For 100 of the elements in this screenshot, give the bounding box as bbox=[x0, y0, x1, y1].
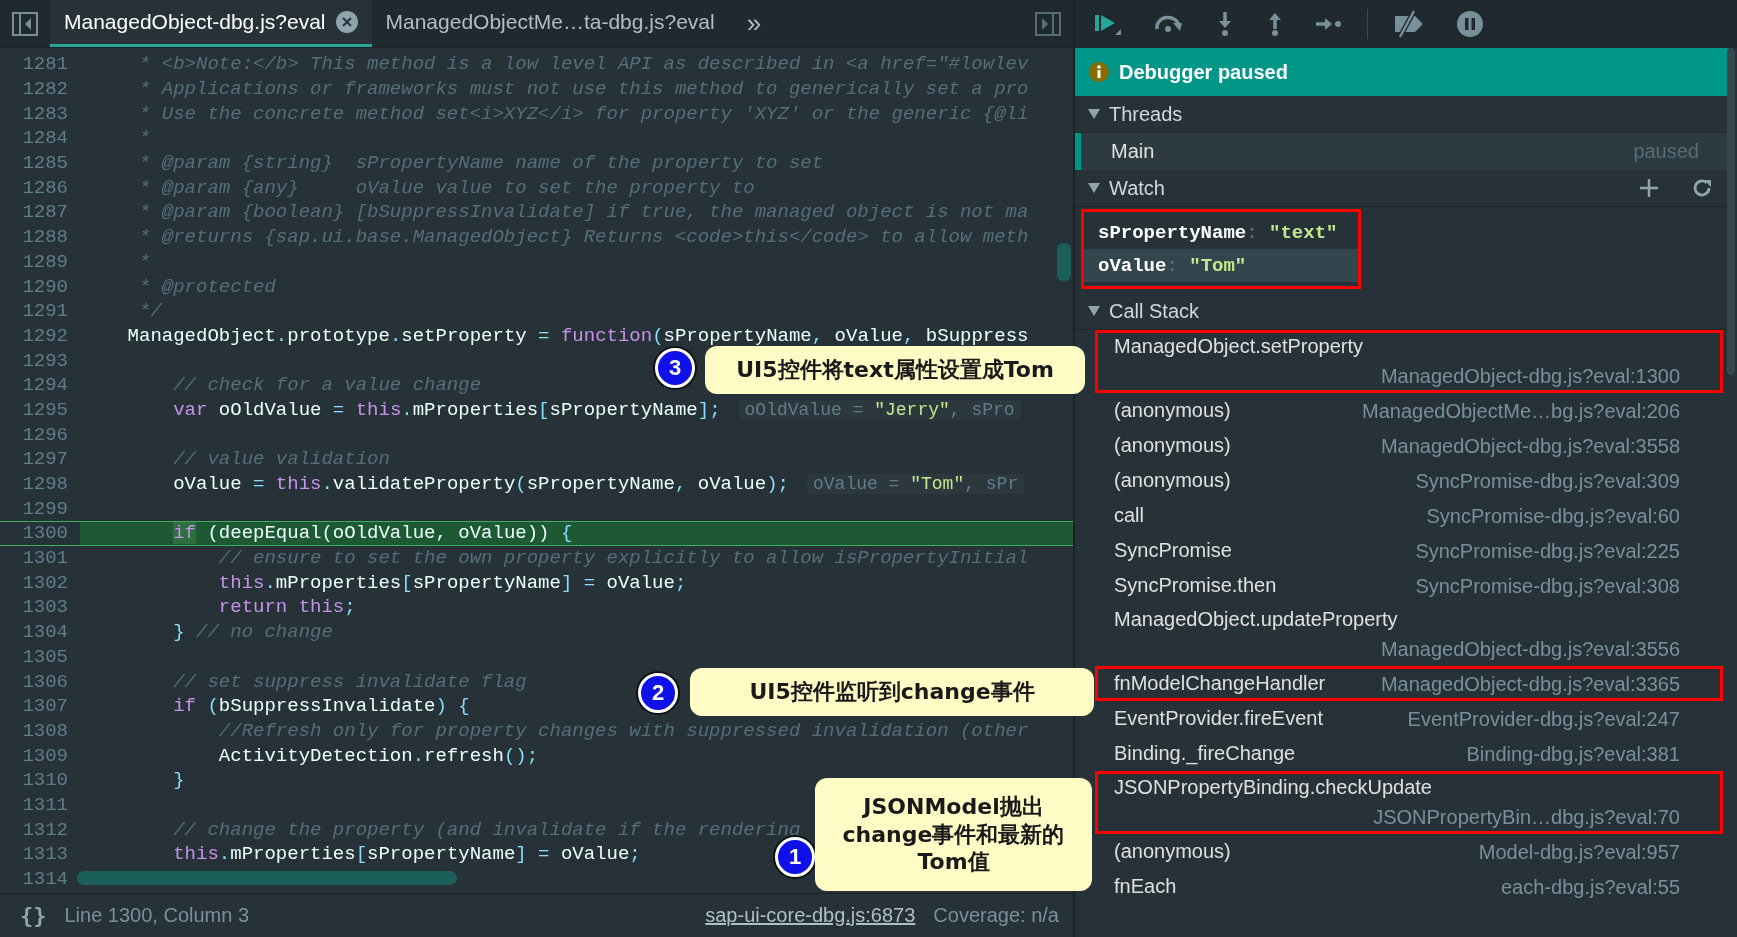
frame-location: SyncPromise-dbg.js?eval:308 bbox=[1415, 575, 1680, 598]
code-line: // ensure to set the own property explicitly to allow isPropertyInitial bbox=[217, 547, 1029, 570]
frame-location: Model-dbg.js?eval:957 bbox=[1478, 841, 1680, 864]
watch-expression[interactable]: sPropertyName: "text" bbox=[1084, 216, 1358, 249]
pause-icon bbox=[1456, 10, 1484, 38]
pretty-print-button[interactable]: {} bbox=[20, 903, 47, 928]
code-line: * bbox=[138, 250, 151, 273]
watch-expression[interactable]: oValue: "Tom" bbox=[1084, 249, 1358, 282]
code-line: * bbox=[138, 127, 151, 150]
line-number: 1300 bbox=[0, 522, 80, 545]
function-name: (anonymous) bbox=[1114, 469, 1231, 492]
function-name: fnEach bbox=[1114, 875, 1177, 898]
frame-location: each-dbg.js?eval:55 bbox=[1501, 876, 1680, 899]
annotation-callout: UI5控件监听到change事件 bbox=[690, 668, 1094, 716]
function-name: ManagedObject.updateProperty bbox=[1114, 608, 1399, 631]
vertical-scrollbar[interactable] bbox=[1057, 243, 1071, 281]
cursor-position: Line 1300, Column 3 bbox=[64, 904, 250, 927]
code-line: oValue = this.validateProperty(sPropertyName, oValue); bbox=[172, 473, 789, 496]
code-line: var oOldValue = this.mProperties[sPropertyName]; bbox=[172, 398, 721, 421]
code-line: // value validation bbox=[172, 448, 390, 471]
function-name: SyncPromise.then bbox=[1114, 574, 1277, 597]
file-tab[interactable]: ManagedObject-dbg.js?eval bbox=[50, 0, 372, 47]
call-frame[interactable]: ManagedObject.setProperty ManagedObject-dbg.js?eval:1300 bbox=[1095, 330, 1723, 393]
function-name: (anonymous) bbox=[1114, 434, 1231, 457]
step-number: 1 bbox=[775, 837, 815, 877]
code-line: * @returns {sap.ui.base.ManagedObject} Returns <code>this</code> to allow meth bbox=[138, 226, 1029, 249]
call-frame[interactable]: EventProvider.fireEvent EventProvider-dbg.js?eval:247 bbox=[1095, 701, 1723, 736]
section-title[interactable]: Watch bbox=[1109, 176, 1165, 200]
call-frame[interactable]: SyncPromise.then SyncPromise-dbg.js?eval:308 bbox=[1095, 568, 1723, 603]
breakpoint-slash-icon bbox=[1392, 10, 1426, 38]
call-frame[interactable]: (anonymous) ManagedObjectMe…bg.js?eval:206 bbox=[1095, 393, 1723, 428]
frame-location: ManagedObjectMe…bg.js?eval:206 bbox=[1362, 400, 1680, 423]
sidebar-icon bbox=[1035, 11, 1061, 36]
inline-value: oOldValue = "Jerry", sPro bbox=[738, 399, 1021, 420]
call-frame[interactable]: ManagedObject.updateProperty ManagedObject-dbg.js?eval:3556 bbox=[1095, 603, 1723, 666]
code-line: * @param {boolean} [bSuppressInvalidate] if true, the managed object is not ma bbox=[138, 201, 1029, 224]
function-name: EventProvider.fireEvent bbox=[1114, 707, 1323, 730]
code-line: this.mProperties[sPropertyName] = oValue; bbox=[217, 571, 687, 594]
tab-label: ManagedObjectMe…ta-dbg.js?eval bbox=[385, 10, 715, 34]
frame-location: SyncPromise-dbg.js?eval:309 bbox=[1415, 470, 1680, 493]
code-line: ManagedObject.prototype.setProperty = function(sPropertyName, oValue, bSuppress bbox=[126, 324, 1029, 347]
close-icon bbox=[340, 16, 353, 28]
code-line: this.mProperties[sPropertyName] = oValue; bbox=[172, 843, 641, 866]
code-line: */ bbox=[138, 300, 162, 323]
function-name: JSONPropertyBinding.checkUpdate bbox=[1114, 776, 1433, 799]
file-tab[interactable]: ManagedObjectMe…ta-dbg.js?eval bbox=[371, 0, 729, 47]
frame-location: SyncPromise-dbg.js?eval:225 bbox=[1415, 540, 1680, 563]
code-line: * Applications or frameworks must not use this method to generically set a pro bbox=[138, 78, 1029, 101]
plus-icon bbox=[1639, 178, 1659, 198]
frame-location: ManagedObject-dbg.js?eval:3556 bbox=[1380, 638, 1680, 661]
section-title[interactable]: Threads bbox=[1109, 102, 1183, 126]
code-line: // check for a value change bbox=[172, 374, 482, 397]
function-name: Binding._fireChange bbox=[1114, 742, 1296, 765]
code-line: } // no change bbox=[172, 621, 333, 644]
call-frame[interactable]: (anonymous) Model-dbg.js?eval:957 bbox=[1095, 834, 1723, 869]
section-title[interactable]: Call Stack bbox=[1109, 299, 1200, 323]
info-icon bbox=[1089, 62, 1109, 82]
thread-row[interactable]: Main paused bbox=[1075, 133, 1729, 170]
horizontal-scrollbar[interactable] bbox=[77, 871, 457, 885]
code-line: * Use the concrete method set<i>XYZ</i> for property 'XYZ' or the generic {@li bbox=[138, 102, 1029, 125]
function-name: fnModelChangeHandler bbox=[1114, 672, 1326, 695]
call-frame[interactable]: SyncPromise SyncPromise-dbg.js?eval:225 bbox=[1095, 533, 1723, 568]
coverage-text: Coverage: n/a bbox=[933, 904, 1059, 927]
frame-location: Binding-dbg.js?eval:381 bbox=[1466, 743, 1680, 766]
refresh-icon bbox=[1691, 177, 1713, 199]
panel-scrollbar[interactable] bbox=[1727, 48, 1735, 375]
code-line: return this; bbox=[217, 596, 356, 619]
code-line: * <b>Note:</b> This method is a low level API as described in <a href="#lowlev bbox=[138, 53, 1029, 76]
expand-triangle-icon[interactable] bbox=[1087, 182, 1101, 194]
expand-triangle-icon[interactable] bbox=[1087, 305, 1101, 317]
code-line: * @param {string} sPropertyName name of the property to set bbox=[138, 152, 824, 175]
call-frame[interactable]: (anonymous) ManagedObject-dbg.js?eval:3558 bbox=[1095, 428, 1723, 463]
step-over-icon bbox=[1153, 13, 1185, 35]
source-link[interactable]: sap-ui-core-dbg.js:6873 bbox=[705, 904, 916, 927]
code-line: } bbox=[172, 769, 185, 792]
annotation-callout: JSONModel抛出change事件和最新的Tom值 bbox=[815, 778, 1092, 891]
call-frame[interactable]: Binding._fireChange Binding-dbg.js?eval:381 bbox=[1095, 736, 1723, 771]
code-line: if (deepEqual(oOldValue, oValue)) { bbox=[172, 522, 573, 545]
thread-status: paused bbox=[1633, 140, 1699, 163]
step-number: 3 bbox=[655, 348, 695, 388]
call-frame[interactable]: fnEach each-dbg.js?eval:55 bbox=[1095, 869, 1723, 904]
code-line: ActivityDetection.refresh(); bbox=[217, 744, 539, 767]
function-name: call bbox=[1114, 504, 1144, 527]
function-name: (anonymous) bbox=[1114, 840, 1231, 863]
inline-value: oValue = "Tom", sPr bbox=[807, 474, 1025, 495]
frame-location: ManagedObject-dbg.js?eval:3365 bbox=[1380, 673, 1680, 696]
call-frame[interactable]: (anonymous) SyncPromise-dbg.js?eval:309 bbox=[1095, 463, 1723, 498]
call-frame[interactable]: JSONPropertyBinding.checkUpdate JSONPropertyBin…dbg.js?eval:70 bbox=[1095, 771, 1723, 834]
close-tab-button[interactable] bbox=[335, 11, 358, 33]
code-line: if (bSuppressInvalidate) { bbox=[172, 695, 470, 718]
step-number: 2 bbox=[638, 673, 678, 713]
call-frame[interactable]: call SyncPromise-dbg.js?eval:60 bbox=[1095, 498, 1723, 533]
expand-triangle-icon[interactable] bbox=[1087, 108, 1101, 120]
code-line: * @param {any} oValue value to set the property to bbox=[138, 176, 755, 199]
banner-text: Debugger paused bbox=[1119, 60, 1288, 84]
call-frame[interactable]: fnModelChangeHandler ManagedObject-dbg.js?eval:3365 bbox=[1095, 666, 1723, 701]
function-name: SyncPromise bbox=[1114, 539, 1232, 562]
more-tabs-button[interactable]: » bbox=[728, 0, 780, 47]
code-line: // set suppress invalidate flag bbox=[172, 670, 527, 693]
frame-location: ManagedObject-dbg.js?eval:1300 bbox=[1380, 365, 1680, 388]
